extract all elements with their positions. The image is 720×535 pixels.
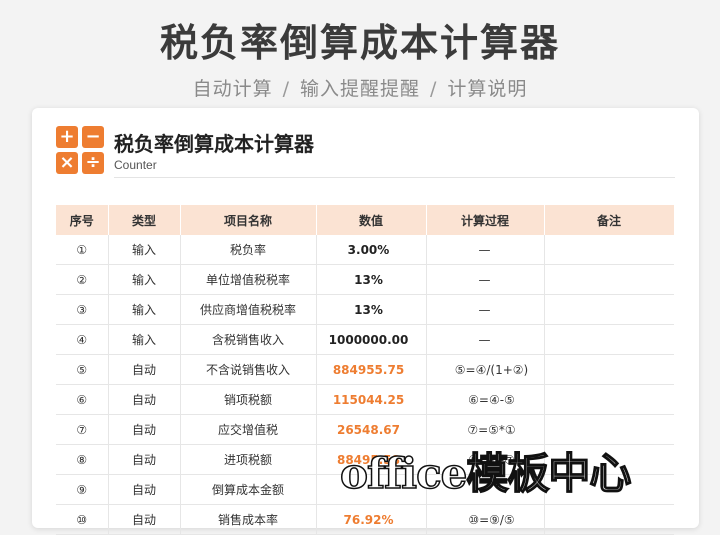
row-value[interactable]: 13% (316, 264, 427, 295)
row-note (544, 264, 674, 295)
row-item-name: 税负率 (180, 235, 317, 265)
column-header-item-name: 项目名称 (180, 205, 317, 235)
row-value: 115044.25 (316, 384, 427, 415)
row-type: 自动 (108, 354, 181, 385)
row-value: 76.92% (316, 504, 427, 535)
row-note (544, 235, 674, 265)
row-type: 输入 (108, 264, 181, 295)
minus-icon: − (82, 126, 104, 148)
column-header-index: 序号 (56, 205, 109, 235)
row-type: 自动 (108, 444, 181, 475)
row-type: 输入 (108, 324, 181, 355)
row-item-name: 应交增值税 (180, 414, 317, 445)
table-row: ④ 输入 含税销售收入 1000000.00— (56, 324, 674, 355)
column-header-type: 类型 (108, 205, 181, 235)
row-index: ⑧ (56, 444, 109, 475)
row-item-name: 不含说销售收入 (180, 354, 317, 385)
row-index: ④ (56, 324, 109, 355)
table-row: ⑤ 自动 不含说销售收入 884955.75 ⑤=④/(1+②) (56, 354, 674, 385)
card-title: 税负率倒算成本计算器 (114, 132, 314, 156)
row-note (544, 324, 674, 355)
row-value[interactable]: 13% (316, 294, 427, 325)
column-header-formula: 计算过程 (426, 205, 545, 235)
table-row: ② 输入 单位增值税税率 13% — (56, 264, 674, 295)
row-index: ⑤ (56, 354, 109, 385)
row-note (544, 504, 674, 535)
plus-icon: + (56, 126, 78, 148)
divide-icon: ÷ (82, 152, 104, 174)
row-index: ② (56, 264, 109, 295)
row-item-name: 倒算成本金额 (180, 474, 317, 505)
page-title: 税负率倒算成本计算器 (159, 21, 560, 65)
row-index: ⑩ (56, 504, 109, 535)
row-note (544, 294, 674, 325)
table-header-row: 序号 类型 项目名称 数值 计算过程 备注 (56, 205, 675, 235)
row-type: 自动 (108, 384, 181, 415)
table-row: ⑥ 自动 销项税额 115044.25 ⑥=④-⑤ (56, 384, 674, 415)
row-item-name: 供应商增值税税率 (180, 294, 317, 325)
row-type: 输入 (108, 235, 181, 265)
row-value: 884955.75 (316, 354, 427, 385)
row-formula: — (426, 264, 545, 295)
row-formula: ⑤=④/(1+②) (426, 354, 545, 385)
row-index: ③ (56, 294, 109, 325)
row-index: ⑦ (56, 414, 109, 445)
row-value[interactable]: 3.00% (316, 235, 427, 265)
row-formula: ⑩=⑨/⑤ (426, 504, 545, 535)
column-header-value: 数值 (316, 205, 427, 235)
row-value[interactable]: 1000000.00 (316, 324, 427, 355)
row-formula: — (426, 235, 545, 265)
watermark: office模板中心 (339, 448, 632, 499)
divider (114, 177, 675, 178)
row-note (544, 354, 674, 385)
multiply-icon: × (56, 152, 78, 174)
card-subtitle: Counter (114, 158, 157, 172)
row-item-name: 销售成本率 (180, 504, 317, 535)
row-formula: — (426, 324, 545, 355)
row-note (544, 384, 674, 415)
row-index: ⑨ (56, 474, 109, 505)
row-item-name: 进项税额 (180, 444, 317, 475)
row-index: ⑥ (56, 384, 109, 415)
row-item-name: 含税销售收入 (180, 324, 317, 355)
row-formula: ⑥=④-⑤ (426, 384, 545, 415)
row-type: 输入 (108, 294, 181, 325)
row-type: 自动 (108, 504, 181, 535)
subtitle-separator: / (430, 78, 438, 100)
table-row: ③ 输入 供应商增值税税率 13% — (56, 294, 674, 325)
row-type: 自动 (108, 474, 181, 505)
subtitle-separator: / (282, 78, 290, 100)
table-row: ① 输入 税负率 3.00% — (56, 235, 674, 265)
row-item-name: 单位增值税税率 (180, 264, 317, 295)
row-type: 自动 (108, 414, 181, 445)
row-index: ① (56, 235, 109, 265)
row-formula: — (426, 294, 545, 325)
table-row: ⑩ 自动 销售成本率 76.92% ⑩=⑨/⑤ (56, 504, 674, 535)
subtitle-auto-calc: 自动计算 (192, 78, 273, 100)
column-header-note: 备注 (544, 205, 675, 235)
subtitle-input-reminder: 输入提醒提醒 (299, 78, 420, 100)
calculator-icon: + − × ÷ (56, 126, 104, 174)
page-subtitle: 自动计算 / 输入提醒提醒 / 计算说明 (0, 74, 720, 101)
subtitle-calc-notes: 计算说明 (447, 78, 528, 100)
row-item-name: 销项税额 (180, 384, 317, 415)
